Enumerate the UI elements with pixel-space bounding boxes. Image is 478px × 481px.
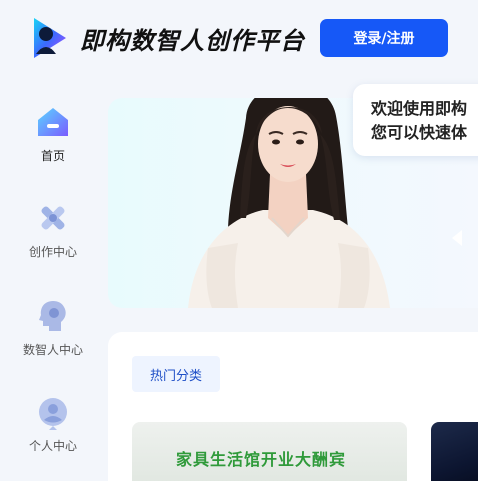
sidebar-item-home[interactable]: 首页 — [0, 90, 106, 170]
sidebar-item-label: 个人中心 — [28, 439, 77, 453]
create-icon — [41, 206, 65, 230]
sidebar-item-label: 创作中心 — [28, 245, 77, 259]
template-card[interactable]: 家具生活馆开业大酬宾 — [132, 422, 407, 481]
digital-human-icon — [39, 301, 66, 331]
sidebar-item-personal-center[interactable]: 个人中心 — [0, 380, 106, 460]
greeting-line-1: 欢迎使用即构 — [371, 99, 468, 118]
speech-bubble-tail — [452, 230, 462, 246]
template-card[interactable] — [431, 422, 478, 481]
user-icon — [39, 398, 67, 430]
sidebar-item-label: 首页 — [40, 149, 65, 163]
speech-bubble: 欢迎使用即构 您可以快速体 — [353, 84, 478, 156]
sidebar-item-create-center[interactable]: 创作中心 — [0, 186, 106, 266]
sidebar-item-digital-human-center[interactable]: 数智人中心 — [0, 284, 106, 364]
template-card-title: 家具生活馆开业大酬宾 — [176, 450, 347, 469]
sidebar-item-label: 数智人中心 — [22, 343, 83, 357]
category-panel: 热门分类 家具生活馆开业大酬宾 — [108, 332, 478, 481]
header: 即构数智人创作平台 登录/注册 — [0, 0, 478, 78]
home-icon — [38, 108, 68, 136]
logo-icon — [34, 18, 66, 58]
tab-hot-categories[interactable]: 热门分类 — [132, 356, 220, 392]
logo-text: 即构数智人创作平台 — [80, 27, 305, 55]
login-register-button[interactable]: 登录/注册 — [320, 19, 448, 57]
greeting-line-2: 您可以快速体 — [371, 123, 468, 142]
